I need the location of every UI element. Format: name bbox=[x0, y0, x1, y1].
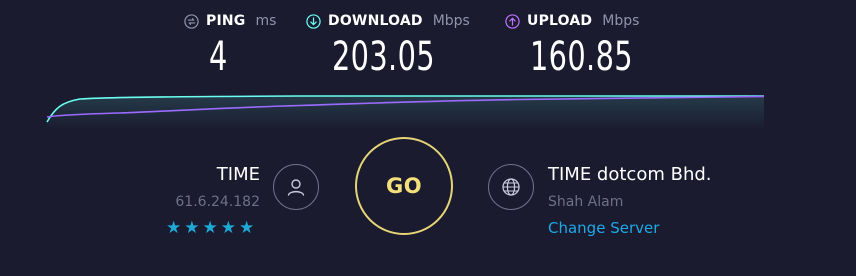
upload-title: UPLOAD bbox=[527, 13, 593, 29]
star-icon: ★ bbox=[220, 218, 236, 238]
upload-unit: Mbps bbox=[602, 13, 640, 29]
upload-header: UPLOAD Mbps bbox=[505, 10, 673, 32]
star-icon: ★ bbox=[184, 218, 200, 238]
go-button-label: GO bbox=[385, 174, 423, 198]
go-button[interactable]: GO bbox=[355, 137, 453, 235]
download-unit: Mbps bbox=[432, 13, 470, 29]
speed-graph bbox=[46, 95, 765, 130]
user-icon bbox=[273, 164, 319, 210]
star-icon: ★ bbox=[239, 218, 255, 238]
ping-title: PING bbox=[206, 13, 246, 29]
download-title: DOWNLOAD bbox=[328, 13, 423, 29]
isp-name: TIME bbox=[216, 164, 260, 185]
isp-rating: ★ ★ ★ ★ ★ bbox=[166, 220, 254, 237]
download-header: DOWNLOAD Mbps bbox=[306, 10, 475, 32]
upload-arrow-icon bbox=[505, 13, 520, 29]
server-location: Shah Alam bbox=[548, 194, 624, 210]
star-icon: ★ bbox=[166, 218, 182, 238]
star-icon: ★ bbox=[202, 218, 218, 238]
ping-unit: ms bbox=[255, 13, 277, 29]
ping-icon bbox=[184, 13, 199, 29]
download-graph-area bbox=[47, 96, 764, 130]
globe-icon bbox=[488, 164, 534, 210]
server-name: TIME dotcom Bhd. bbox=[548, 164, 712, 185]
download-arrow-icon bbox=[306, 13, 321, 29]
isp-ip-address: 61.6.24.182 bbox=[175, 194, 260, 210]
change-server-link[interactable]: Change Server bbox=[548, 219, 659, 237]
ping-header: PING ms bbox=[184, 10, 276, 32]
download-metric: DOWNLOAD Mbps 203.05 bbox=[306, 10, 475, 78]
upload-metric: UPLOAD Mbps 160.85 bbox=[505, 10, 673, 78]
ping-metric: PING ms 4 bbox=[184, 10, 276, 78]
